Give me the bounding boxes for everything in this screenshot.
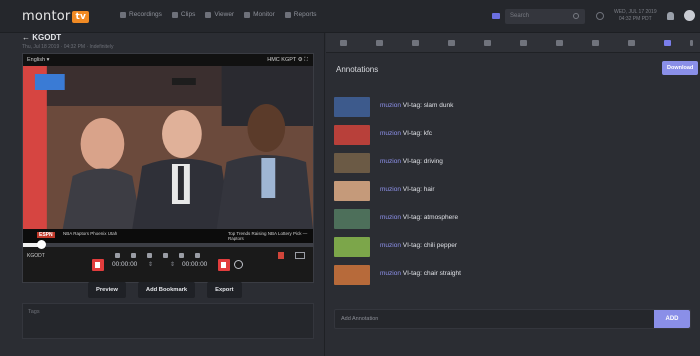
annotations-title: Annotations [336,65,379,74]
help-icon[interactable] [596,12,604,20]
annotation-thumbnail[interactable] [334,265,370,285]
recordings-icon [120,11,126,18]
annotation-label: muzion VI-tag: hair [380,186,435,193]
camera-icon[interactable] [492,13,500,19]
annotation-item[interactable]: muzion VI-tag: hair [334,177,694,205]
clip-time-row: 00:00:00 ⇕ ⇕ 00:00:00 [22,259,314,273]
rewind-icon[interactable] [131,253,136,258]
tab-chart-icon[interactable] [556,40,563,46]
video-header: English ▾ HMC KGPT ⚙ ⛶ [23,54,313,66]
tool-tabs [326,33,700,53]
next-icon[interactable] [195,253,200,258]
forward-icon[interactable] [163,253,168,258]
nav-clips[interactable]: Clips [171,11,195,18]
recording-subtitle: Thu, Jul 18 2019 · 04:32 PM · Indefinite… [22,44,114,50]
tab-stats-icon[interactable] [628,40,635,46]
player-panel: ← KGODT Thu, Jul 18 2019 · 04:32 PM · In… [0,33,325,356]
annotation-label: muzion VI-tag: chair straight [380,270,461,277]
top-bar: montor tv Recordings Clips Viewer Monitor… [0,0,700,33]
download-button[interactable]: Download [662,61,699,75]
search-input[interactable]: Search [505,9,585,24]
annotation-thumbnail[interactable] [334,181,370,201]
skip-forward-icon[interactable] [179,253,184,258]
tags-textarea[interactable]: Tags [22,303,314,339]
app-logo[interactable]: montor tv [22,9,90,24]
add-annotation-row: Add Annotation ADD [334,309,691,329]
preview-button[interactable]: Preview [88,282,126,298]
tab-annotations-icon[interactable] [664,40,671,46]
tab-transcript-icon[interactable] [340,40,347,46]
back-link[interactable]: ← KGODT [22,33,61,42]
annotation-item[interactable]: muzion VI-tag: chair straight [334,261,694,285]
tab-user-icon[interactable] [520,40,527,46]
score-ticker: ESPN NBA Raptors Phoenix Utah Top Trends… [23,229,313,243]
captions-icon[interactable] [295,252,305,259]
volume-icon[interactable] [278,252,284,259]
tab-crop-icon[interactable] [376,40,383,46]
tab-screen-icon[interactable] [592,40,599,46]
clip-actions: Preview Add Bookmark Export [88,282,242,298]
bell-icon[interactable] [667,12,674,20]
add-button[interactable]: ADD [654,310,690,328]
nav-viewer[interactable]: Viewer [205,11,234,18]
export-button[interactable]: Export [207,282,242,298]
annotation-label: muzion VI-tag: driving [380,158,443,165]
video-frame [23,66,313,229]
monitor-icon [244,11,251,18]
start-time-stepper[interactable]: ⇕ [148,261,153,268]
seek-bar[interactable] [23,240,313,249]
annotation-item[interactable]: muzion VI-tag: driving [334,149,694,177]
annotation-list: muzion VI-tag: slam dunk muzion VI-tag: k… [334,93,694,285]
refresh-icon[interactable] [234,260,243,269]
annotations-panel: Annotations Download muzion VI-tag: slam… [326,33,700,356]
tab-grid-icon[interactable] [484,40,491,46]
annotation-thumbnail[interactable] [334,125,370,145]
nav-reports[interactable]: Reports [284,11,317,18]
add-bookmark-button[interactable]: Add Bookmark [137,282,196,298]
annotation-thumbnail[interactable] [334,153,370,173]
clock-readout: WED, JUL 17 2019 04:32 PM PDT [614,9,657,22]
language-select[interactable]: English ▾ [27,57,49,63]
annotation-item[interactable]: muzion VI-tag: chili pepper [334,233,694,261]
tab-more-icon[interactable] [690,40,693,46]
annotation-thumbnail[interactable] [334,209,370,229]
add-annotation-input[interactable]: Add Annotation [341,316,378,322]
annotation-scrollbar[interactable] [692,93,696,283]
annotation-label: muzion VI-tag: kfc [380,130,433,137]
viewer-icon [205,11,212,18]
end-flag-icon[interactable] [218,259,230,271]
annotation-item[interactable]: muzion VI-tag: slam dunk [334,93,694,121]
reports-icon [284,11,291,18]
nav-monitor[interactable]: Monitor [244,11,275,18]
skip-back-icon[interactable] [115,253,120,258]
annotation-thumbnail[interactable] [334,237,370,257]
annotation-label: muzion VI-tag: slam dunk [380,102,454,109]
start-time-field[interactable]: 00:00:00 [112,261,137,268]
avatar[interactable] [684,10,695,21]
search-icon [573,13,579,19]
main-nav: Recordings Clips Viewer Monitor Reports [120,11,317,18]
end-time-field[interactable]: 00:00:00 [182,261,207,268]
annotation-thumbnail[interactable] [334,97,370,117]
seek-handle[interactable] [36,240,46,249]
tab-captions-icon[interactable] [448,40,455,46]
annotation-label: muzion VI-tag: chili pepper [380,242,457,249]
espn-logo: ESPN [37,232,55,238]
video-player[interactable]: English ▾ HMC KGPT ⚙ ⛶ ESPN NBA Raptors … [22,53,314,283]
video-header-controls[interactable]: HMC KGPT ⚙ ⛶ [267,57,308,64]
play-icon[interactable] [147,253,152,258]
start-flag-icon[interactable] [92,259,104,271]
tab-audio-icon[interactable] [412,40,419,46]
annotation-label: muzion VI-tag: atmosphere [380,214,459,221]
annotation-item[interactable]: muzion VI-tag: kfc [334,121,694,149]
annotation-item[interactable]: muzion VI-tag: atmosphere [334,205,694,233]
clips-icon [171,11,178,18]
end-time-stepper[interactable]: ⇕ [170,261,175,268]
nav-recordings[interactable]: Recordings [120,11,162,18]
